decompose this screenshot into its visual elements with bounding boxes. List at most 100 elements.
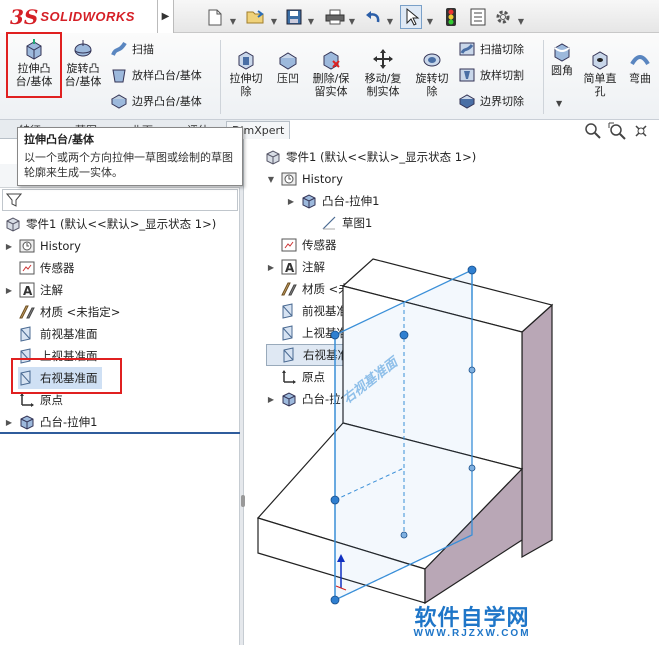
left-tree-root-label: 零件1 (默认<<默认>_显示状态 1>) — [26, 217, 217, 231]
ds-logo-mark: 3S — [10, 4, 39, 29]
filter-bar[interactable] — [2, 189, 238, 211]
boundary-boss-label: 边界凸台/基体 — [132, 95, 202, 108]
left-tree-item-label: History — [40, 239, 81, 253]
select-dropdown-icon[interactable]: ▼ — [426, 10, 434, 32]
undo-icon[interactable] — [362, 6, 384, 28]
extrude-boss-icon — [26, 39, 42, 60]
left-tree-item[interactable]: 前视基准面 — [4, 323, 98, 345]
panel-split-line — [0, 432, 240, 434]
left-tree-item[interactable]: ▶ 凸台-拉伸1 — [4, 411, 97, 433]
tooltip-title: 拉伸凸台/基体 — [24, 133, 95, 146]
hole-icon — [592, 51, 608, 70]
new-document-icon[interactable] — [205, 6, 225, 28]
options-dropdown-icon[interactable]: ▼ — [517, 10, 525, 32]
left-tree-item[interactable]: ▶ A 注解 — [4, 279, 63, 301]
zoom-area-icon[interactable] — [608, 122, 626, 140]
part-icon — [6, 217, 20, 232]
watermark-url: WWW.RJZXW.COM — [413, 628, 531, 639]
options-gear-icon[interactable] — [492, 6, 514, 28]
left-tree-item-label: 前视基准面 — [40, 327, 98, 341]
extrude-cut-label: 拉伸切 除 — [229, 72, 263, 98]
delete-keep-body-label: 删除/保 留实体 — [312, 72, 350, 98]
save-icon[interactable] — [284, 6, 304, 28]
boundary-cut-icon — [458, 94, 476, 109]
boundary-cut-label: 边界切除 — [480, 95, 524, 108]
file-properties-icon[interactable] — [468, 6, 488, 28]
loft-cut-button[interactable]: 放样切割 — [458, 64, 524, 86]
revolve-boss-label: 旋转凸 台/基体 — [64, 62, 102, 88]
solidworks-logo[interactable]: 3S SOLIDWORKS — [0, 0, 158, 33]
sweep-button[interactable]: 扫描 — [110, 38, 154, 60]
print-icon[interactable] — [324, 6, 346, 28]
loft-boss-button[interactable]: 放样凸台/基体 — [110, 64, 202, 86]
loft-cut-label: 放样切割 — [480, 69, 524, 82]
previous-view-icon[interactable] — [632, 122, 650, 140]
new-dropdown-icon[interactable]: ▼ — [229, 10, 237, 32]
zoom-to-fit-icon[interactable] — [584, 122, 602, 140]
material-icon — [19, 305, 35, 319]
logo-text: SOLIDWORKS — [40, 9, 135, 24]
svg-text:A: A — [23, 284, 33, 298]
save-dropdown-icon[interactable]: ▼ — [307, 10, 315, 32]
revolve-cut-label: 旋转切 除 — [415, 72, 449, 98]
revolve-boss-button[interactable]: 旋转凸 台/基体 — [60, 38, 106, 88]
left-tree-item-label: 原点 — [40, 393, 63, 407]
expand-arrow-icon[interactable]: ▶ — [4, 418, 14, 427]
revolve-cut-button[interactable]: 旋转切 除 — [410, 48, 454, 98]
part-3d-model[interactable]: 右视基准面 — [245, 139, 659, 645]
ribbon-separator — [543, 40, 544, 114]
sweep-cut-label: 扫描切除 — [480, 43, 524, 56]
simple-hole-button[interactable]: 简单直 孔 — [580, 48, 620, 98]
indent-icon — [279, 52, 297, 70]
indent-label: 压凹 — [277, 72, 299, 85]
left-tree-item[interactable]: 材质 <未指定> — [4, 301, 120, 323]
flex-button[interactable]: 弯曲 — [622, 48, 658, 85]
extrude-boss-button[interactable]: 拉伸凸 台/基体 — [8, 38, 60, 88]
extrude-cut-icon — [238, 51, 254, 70]
delete-keep-body-button[interactable]: 删除/保 留实体 — [306, 48, 356, 98]
left-tree-item-label: 传感器 — [40, 261, 75, 275]
expand-arrow-icon[interactable]: ▶ — [4, 242, 14, 251]
fillet-label: 圆角 — [551, 64, 573, 77]
open-dropdown-icon[interactable]: ▼ — [270, 10, 278, 32]
cursor-arrow-icon — [406, 7, 420, 26]
undo-dropdown-icon[interactable]: ▼ — [386, 10, 394, 32]
move-body-icon — [373, 49, 393, 69]
boundary-cut-button[interactable]: 边界切除 — [458, 90, 524, 112]
extrude-cut-button[interactable]: 拉伸切 除 — [224, 48, 268, 98]
fillet-button[interactable]: 圆角 — [546, 40, 578, 77]
rebuild-traffic-light-icon[interactable] — [442, 6, 460, 28]
flex-icon — [630, 55, 650, 66]
extrude-icon — [20, 415, 34, 430]
simple-hole-label: 简单直 孔 — [583, 72, 617, 98]
logo-menu-arrow-icon[interactable]: ▶ — [158, 0, 174, 33]
sweep-cut-button[interactable]: 扫描切除 — [458, 38, 524, 60]
panel-splitter[interactable] — [240, 139, 244, 645]
boundary-boss-icon — [110, 94, 128, 109]
fillet-icon — [554, 43, 570, 62]
indent-button[interactable]: 压凹 — [270, 48, 306, 85]
fillet-dropdown-icon[interactable]: ▼ — [556, 99, 562, 108]
left-tree-item[interactable]: 传感器 — [4, 257, 75, 279]
open-folder-icon[interactable] — [245, 6, 267, 28]
tooltip-body: 以一个或两个方向拉伸一草图或绘制的草图轮廓来生成一实体。 — [24, 151, 233, 179]
sweep-label: 扫描 — [132, 43, 154, 56]
ribbon-separator — [220, 40, 221, 114]
print-dropdown-icon[interactable]: ▼ — [348, 10, 356, 32]
select-button[interactable] — [400, 5, 422, 29]
extrude-boss-tooltip: 拉伸凸台/基体 以一个或两个方向拉伸一草图或绘制的草图轮廓来生成一实体。 — [17, 127, 243, 186]
filter-icon — [6, 193, 22, 207]
expand-arrow-icon[interactable]: ▶ — [4, 286, 14, 295]
history-icon — [19, 239, 35, 253]
left-tree-root[interactable]: 零件1 (默认<<默认>_显示状态 1>) — [4, 213, 216, 235]
extrude-boss-label: 拉伸凸 台/基体 — [15, 62, 53, 88]
loft-boss-icon — [112, 69, 126, 83]
left-tree-item-label: 注解 — [40, 283, 63, 297]
move-copy-body-button[interactable]: 移动/复 制实体 — [358, 48, 408, 98]
loft-cut-icon — [459, 68, 475, 82]
left-tree-item[interactable]: ▶ History — [4, 235, 81, 257]
annotation-icon: A — [19, 282, 35, 298]
boundary-boss-button[interactable]: 边界凸台/基体 — [110, 90, 202, 112]
left-tree-item-label: 凸台-拉伸1 — [40, 415, 98, 429]
sweep-icon — [111, 41, 127, 56]
